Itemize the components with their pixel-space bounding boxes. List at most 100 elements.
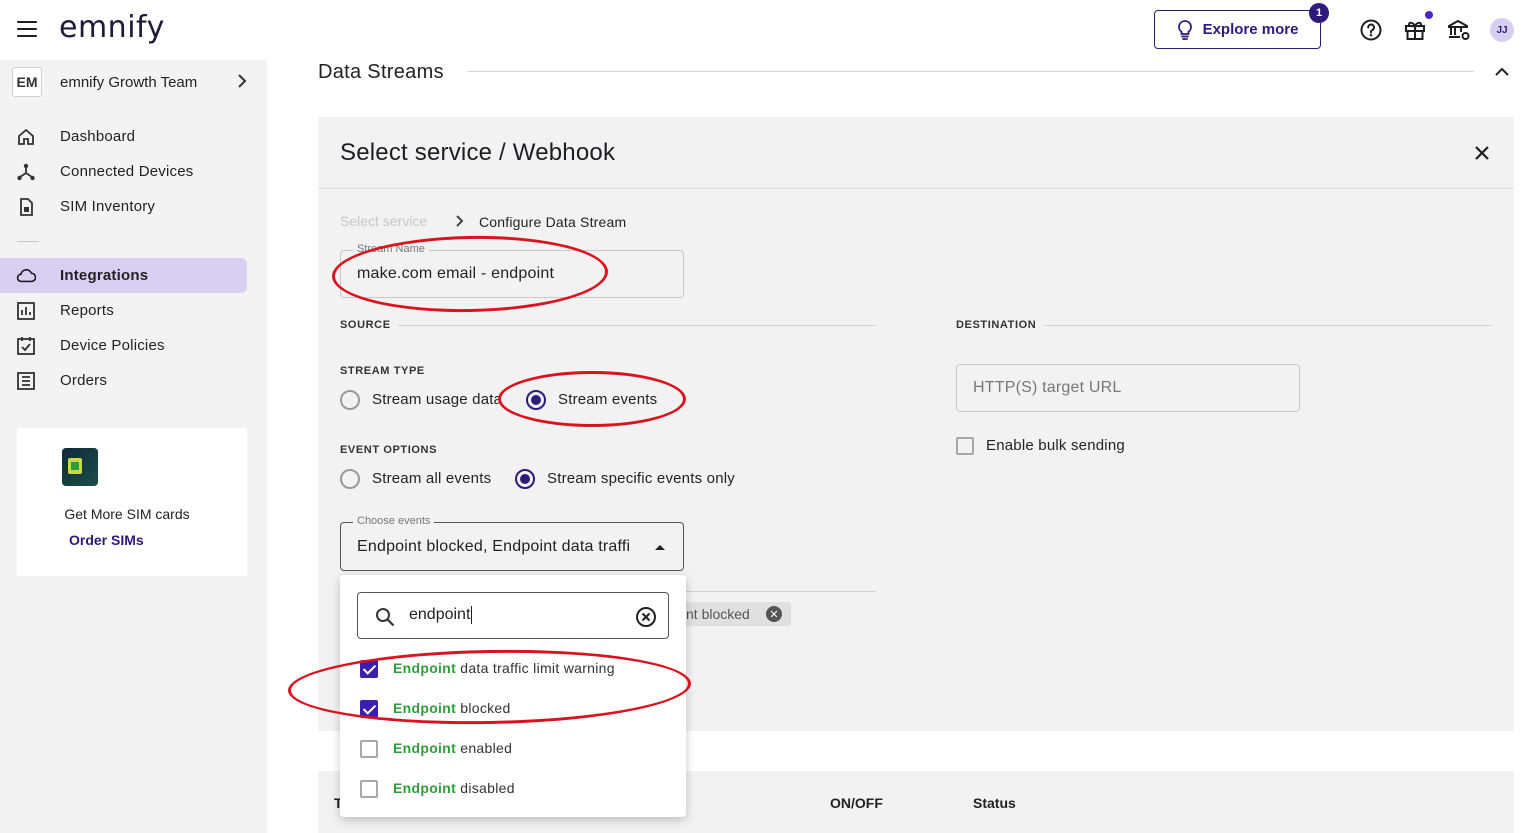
option-highlight: Endpoint <box>393 740 457 756</box>
sidebar-item-connected-devices[interactable]: Connected Devices <box>0 154 247 189</box>
sidebar-item-device-policies[interactable]: Device Policies <box>0 328 247 363</box>
choose-events-label: Choose events <box>353 515 435 527</box>
option-rest: disabled <box>456 780 515 796</box>
option-rest: enabled <box>456 740 513 756</box>
stream-name-value: make.com email - endpoint <box>357 265 555 282</box>
promo-card: Get More SIM cards Order SIMs <box>17 428 247 576</box>
option-rest: blocked <box>456 700 511 716</box>
sidebar-item-label: Orders <box>60 372 108 389</box>
lightbulb-icon <box>1177 19 1192 40</box>
event-option-checkbox[interactable] <box>360 740 378 758</box>
destination-header: DESTINATION <box>956 319 1037 331</box>
stream-name-field[interactable]: Stream Name make.com email - endpoint <box>340 243 684 298</box>
event-options-header: EVENT OPTIONS <box>340 444 438 456</box>
option-highlight: Endpoint <box>393 700 457 716</box>
sidebar-item-sim-inventory[interactable]: SIM Inventory <box>0 189 247 224</box>
order-sims-link[interactable]: Order SIMs <box>69 532 144 548</box>
gift-icon[interactable] <box>1403 18 1427 42</box>
caret-up-icon <box>655 545 665 550</box>
event-chip-label: nt blocked <box>686 606 750 622</box>
org-badge: EM <box>12 67 42 97</box>
cloud-icon <box>16 266 36 286</box>
radio-label-events: Stream events <box>558 391 658 408</box>
target-url-input[interactable]: HTTP(S) target URL <box>956 364 1300 412</box>
events-search-value: endpoint <box>409 606 473 624</box>
close-icon[interactable] <box>1474 145 1490 161</box>
top-bar: emnify Explore more 1 JJ <box>0 0 1522 60</box>
policy-icon <box>16 336 36 356</box>
sidebar-item-label: Dashboard <box>60 128 136 145</box>
user-avatar[interactable]: JJ <box>1490 18 1514 42</box>
sidebar-item-dashboard[interactable]: Dashboard <box>0 119 247 154</box>
event-option-label: Endpoint data traffic limit warning <box>393 660 615 676</box>
breadcrumb-select-service[interactable]: Select service <box>340 213 427 229</box>
destination-divider <box>1044 325 1492 326</box>
chevron-up-icon[interactable] <box>1494 65 1510 79</box>
chevron-right-icon <box>238 74 247 88</box>
sidebar-item-label: SIM Inventory <box>60 198 156 215</box>
clear-search-icon[interactable] <box>635 606 657 628</box>
sim-icon <box>16 197 36 217</box>
nav-divider <box>17 241 39 242</box>
radio-stream-all-events[interactable] <box>340 469 360 489</box>
chevron-right-icon <box>456 215 464 227</box>
radio-stream-events[interactable] <box>526 390 546 410</box>
sidebar-item-label: Integrations <box>60 267 149 284</box>
app-logo[interactable]: emnify <box>59 10 165 45</box>
event-option-label: Endpoint disabled <box>393 780 515 796</box>
sidebar: EM emnify Growth Team Dashboard Connecte… <box>0 60 267 833</box>
panel-header: Select service / Webhook <box>318 117 1514 189</box>
choose-events-value: Endpoint blocked, Endpoint data traffic … <box>357 538 629 555</box>
org-name: emnify Growth Team <box>60 73 198 91</box>
sidebar-item-orders[interactable]: Orders <box>0 363 247 398</box>
events-dropdown: endpoint Endpoint data traffic limit war… <box>340 575 686 817</box>
table-header-onoff: ON/OFF <box>830 795 883 811</box>
org-switcher[interactable]: EM emnify Growth Team <box>12 66 252 98</box>
promo-text: Get More SIM cards <box>64 506 190 522</box>
stream-name-label: Stream Name <box>353 243 429 255</box>
gift-notification-dot <box>1425 11 1433 19</box>
event-option-label: Endpoint enabled <box>393 740 512 756</box>
radio-stream-specific-events[interactable] <box>515 469 535 489</box>
option-highlight: Endpoint <box>393 660 457 676</box>
event-option-checkbox[interactable] <box>360 780 378 798</box>
network-icon <box>16 162 36 182</box>
event-option[interactable]: Endpoint disabled <box>340 768 686 808</box>
option-rest: data traffic limit warning <box>456 660 615 676</box>
sidebar-item-integrations[interactable]: Integrations <box>0 258 247 293</box>
sidebar-item-reports[interactable]: Reports <box>0 293 247 328</box>
table-header-status: Status <box>973 795 1016 811</box>
choose-events-select[interactable]: Choose events Endpoint blocked, Endpoint… <box>340 515 684 571</box>
source-divider <box>398 325 876 326</box>
explore-more-button[interactable]: Explore more <box>1154 10 1321 49</box>
event-option[interactable]: Endpoint blocked <box>340 688 686 728</box>
chip-remove-icon[interactable]: ✕ <box>766 606 782 622</box>
event-option-checkbox[interactable] <box>360 660 378 678</box>
panel-title: Select service / Webhook <box>340 139 616 166</box>
events-underline <box>684 591 876 592</box>
help-icon[interactable] <box>1359 18 1383 42</box>
radio-label-specific-events: Stream specific events only <box>547 470 735 487</box>
event-option[interactable]: Endpoint data traffic limit warning <box>340 648 686 688</box>
events-search-input[interactable]: endpoint <box>357 592 669 639</box>
target-url-placeholder: HTTP(S) target URL <box>973 379 1122 396</box>
radio-stream-usage-data[interactable] <box>340 390 360 410</box>
radio-label-usage: Stream usage data <box>372 391 500 408</box>
event-chip: nt blocked ✕ <box>678 602 791 626</box>
notification-badge: 1 <box>1309 3 1329 23</box>
sidebar-item-label: Connected Devices <box>60 163 194 180</box>
menu-icon[interactable] <box>17 21 37 37</box>
event-option-checkbox[interactable] <box>360 700 378 718</box>
bank-settings-icon[interactable] <box>1447 18 1471 42</box>
search-icon <box>376 608 395 627</box>
radio-label-all-events: Stream all events <box>372 470 492 487</box>
event-option[interactable]: Endpoint enabled <box>340 728 686 768</box>
section-divider <box>468 71 1474 72</box>
breadcrumb-configure: Configure Data Stream <box>479 214 627 230</box>
option-highlight: Endpoint <box>393 780 457 796</box>
chart-icon <box>16 301 36 321</box>
source-header: SOURCE <box>340 319 391 331</box>
bulk-sending-checkbox[interactable] <box>956 437 974 455</box>
explore-more-label: Explore more <box>1202 21 1299 38</box>
stream-type-header: STREAM TYPE <box>340 365 425 377</box>
